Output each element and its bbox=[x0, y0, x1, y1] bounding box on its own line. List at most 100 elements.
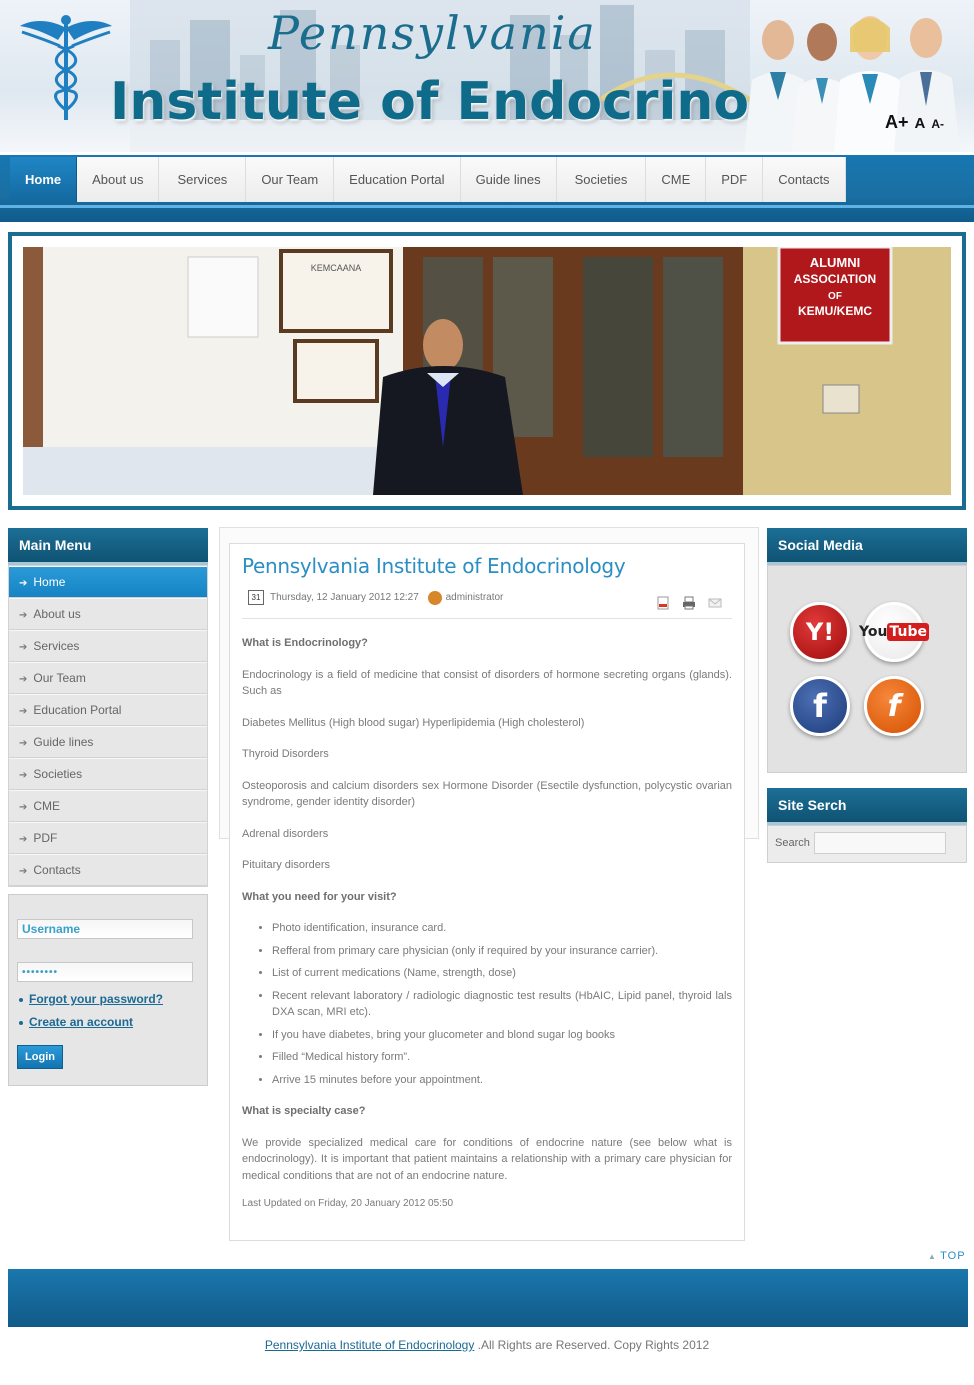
menu-item-our-team[interactable]: ➔ Our Team bbox=[9, 662, 207, 694]
nav-pdf[interactable]: PDF bbox=[706, 157, 764, 202]
nav-societies[interactable]: Societies bbox=[556, 157, 647, 202]
main-menu-title: Main Menu bbox=[8, 528, 208, 565]
back-to-top-link[interactable]: ▲ TOP bbox=[928, 1250, 966, 1262]
top-navigation-bar: Home About us Services Our Team Educatio… bbox=[0, 155, 974, 222]
article-author: administrator bbox=[445, 592, 504, 604]
list-item: List of current medications (Name, stren… bbox=[272, 965, 732, 982]
friendfeed-icon[interactable]: f bbox=[864, 676, 924, 736]
menu-item-services[interactable]: ➔ Services bbox=[9, 630, 207, 662]
login-form: Forgot your password? Create an account … bbox=[8, 894, 208, 1086]
sign-line-3: OF bbox=[828, 291, 842, 302]
create-account-link[interactable]: Create an account bbox=[29, 1015, 133, 1029]
social-icons-panel: Y! You Tube f f bbox=[767, 565, 967, 773]
font-reset-button[interactable]: A bbox=[914, 115, 925, 132]
menu-item-education-portal[interactable]: ➔ Education Portal bbox=[9, 694, 207, 726]
copyright-text: .All Rights are Reserved. Copy Rights 20… bbox=[474, 1338, 710, 1352]
arrow-right-icon: ➔ bbox=[19, 802, 28, 813]
list-item: Photo identification, insurance card. bbox=[272, 920, 732, 937]
menu-item-label: Contacts bbox=[33, 863, 81, 877]
menu-item-contacts[interactable]: ➔ Contacts bbox=[9, 854, 207, 886]
main-menu-list: ➔ Home ➔ About us ➔ Services ➔ Our Team ➔ Edu… bbox=[8, 565, 208, 887]
facebook-icon[interactable]: f bbox=[790, 676, 850, 736]
arrow-right-icon: ➔ bbox=[19, 866, 28, 877]
list-item: If you have diabetes, bring your glucome… bbox=[272, 1027, 732, 1044]
list-item: Refferal from primary care physician (on… bbox=[272, 943, 732, 960]
nav-home[interactable]: Home bbox=[10, 157, 78, 202]
menu-item-label: Our Team bbox=[33, 671, 86, 685]
arrow-right-icon: ➔ bbox=[19, 578, 28, 589]
arrow-right-icon: ➔ bbox=[19, 610, 28, 621]
nav-about-us[interactable]: About us bbox=[77, 157, 160, 202]
font-size-tools: A+ A A- bbox=[885, 112, 944, 133]
print-icon[interactable] bbox=[682, 596, 696, 610]
banner-frame: KEMCAANA ALUMNI ASSOCIATION OF KEMU/KEMC bbox=[8, 232, 966, 510]
paragraph: Endocrinology is a field of medicine tha… bbox=[242, 668, 732, 698]
caduceus-logo-icon bbox=[20, 15, 112, 120]
youtube-icon[interactable]: You Tube bbox=[859, 602, 929, 662]
nav-guide-lines[interactable]: Guide lines bbox=[460, 157, 557, 202]
social-media-title: Social Media bbox=[767, 528, 967, 565]
article: Pennsylvania Institute of Endocrinology … bbox=[229, 543, 745, 1241]
heading-what-is: What is Endocrinology? bbox=[242, 637, 368, 649]
calendar-icon: 31 bbox=[248, 590, 264, 605]
menu-item-about-us[interactable]: ➔ About us bbox=[9, 598, 207, 630]
nav-stripe bbox=[0, 205, 974, 208]
plaque-text: KEMCAANA bbox=[311, 263, 362, 273]
menu-item-label: Services bbox=[33, 639, 80, 653]
arrow-right-icon: ➔ bbox=[19, 770, 28, 781]
bullet-icon bbox=[19, 998, 23, 1002]
paragraph: Adrenal disorders bbox=[242, 827, 329, 840]
sign-line-2: ASSOCIATION bbox=[794, 272, 876, 286]
menu-item-pdf[interactable]: ➔ PDF bbox=[9, 822, 207, 854]
paragraph: We provide specialized medical care for … bbox=[242, 1136, 732, 1182]
nav-contacts[interactable]: Contacts bbox=[763, 157, 846, 202]
search-input[interactable] bbox=[814, 832, 946, 854]
banner-scene: KEMCAANA ALUMNI ASSOCIATION OF KEMU/KEMC bbox=[23, 247, 951, 495]
login-button[interactable]: Login bbox=[17, 1045, 63, 1069]
username-field[interactable] bbox=[17, 919, 193, 939]
menu-item-label: CME bbox=[33, 799, 61, 813]
forgot-password-link[interactable]: Forgot your password? bbox=[29, 992, 163, 1006]
pdf-icon[interactable] bbox=[656, 596, 670, 610]
sign-line-1: ALUMNI bbox=[810, 255, 861, 270]
arrow-right-icon: ➔ bbox=[19, 706, 28, 717]
menu-item-label: Education Portal bbox=[33, 703, 122, 717]
sign-line-4: KEMU/KEMC bbox=[798, 304, 872, 318]
top-label: TOP bbox=[940, 1250, 966, 1262]
list-item: Filled “Medical history form”. bbox=[272, 1049, 732, 1066]
article-date: Thursday, 12 January 2012 12:27 bbox=[270, 592, 419, 604]
main-menu: Main Menu ➔ Home ➔ About us ➔ Services ➔ Our… bbox=[8, 528, 208, 887]
arrow-right-icon: ➔ bbox=[19, 738, 28, 749]
list-item: Arrive 15 minutes before your appointmen… bbox=[272, 1072, 732, 1089]
font-increase-button[interactable]: A+ bbox=[885, 112, 909, 133]
font-decrease-button[interactable]: A- bbox=[931, 117, 944, 131]
menu-item-societies[interactable]: ➔ Societies bbox=[9, 758, 207, 790]
yahoo-icon[interactable]: Y! bbox=[790, 602, 850, 662]
nav-our-team[interactable]: Our Team bbox=[246, 157, 335, 202]
nav-education-portal[interactable]: Education Portal bbox=[334, 157, 461, 202]
email-icon[interactable] bbox=[708, 596, 722, 610]
password-field[interactable] bbox=[17, 962, 193, 982]
banner-photo: KEMCAANA ALUMNI ASSOCIATION OF KEMU/KEMC bbox=[23, 247, 951, 495]
menu-item-home[interactable]: ➔ Home bbox=[9, 566, 207, 598]
article-body: What is Endocrinology? Endocrinology is … bbox=[242, 635, 732, 1213]
paragraph: Osteoporosis and calcium disorders sex H… bbox=[242, 779, 732, 809]
nav-cme[interactable]: CME bbox=[646, 157, 707, 202]
menu-item-cme[interactable]: ➔ CME bbox=[9, 790, 207, 822]
heading-specialty: What is specialty case? bbox=[242, 1105, 366, 1117]
menu-item-label: Societies bbox=[33, 767, 83, 781]
arrow-right-icon: ➔ bbox=[19, 834, 28, 845]
nav-services[interactable]: Services bbox=[159, 157, 247, 202]
site-header: Pennsylvania Institute of Endocrinology … bbox=[0, 0, 974, 152]
article-title: Pennsylvania Institute of Endocrinology bbox=[242, 554, 626, 578]
paragraph: Pituitary disorders bbox=[242, 859, 331, 871]
footer-site-link[interactable]: Pennsylvania Institute of Endocrinology bbox=[265, 1338, 474, 1352]
arrow-up-icon: ▲ bbox=[928, 1252, 941, 1261]
menu-item-label: PDF bbox=[33, 831, 58, 845]
last-updated: Last Updated on Friday, 20 January 2012 … bbox=[242, 1198, 454, 1209]
top-nav-menu: Home About us Services Our Team Educatio… bbox=[10, 157, 846, 202]
site-search-title: Site Serch bbox=[767, 788, 967, 825]
menu-item-label: Home bbox=[33, 575, 66, 589]
menu-item-guide-lines[interactable]: ➔ Guide lines bbox=[9, 726, 207, 758]
search-label: Search bbox=[775, 837, 810, 849]
